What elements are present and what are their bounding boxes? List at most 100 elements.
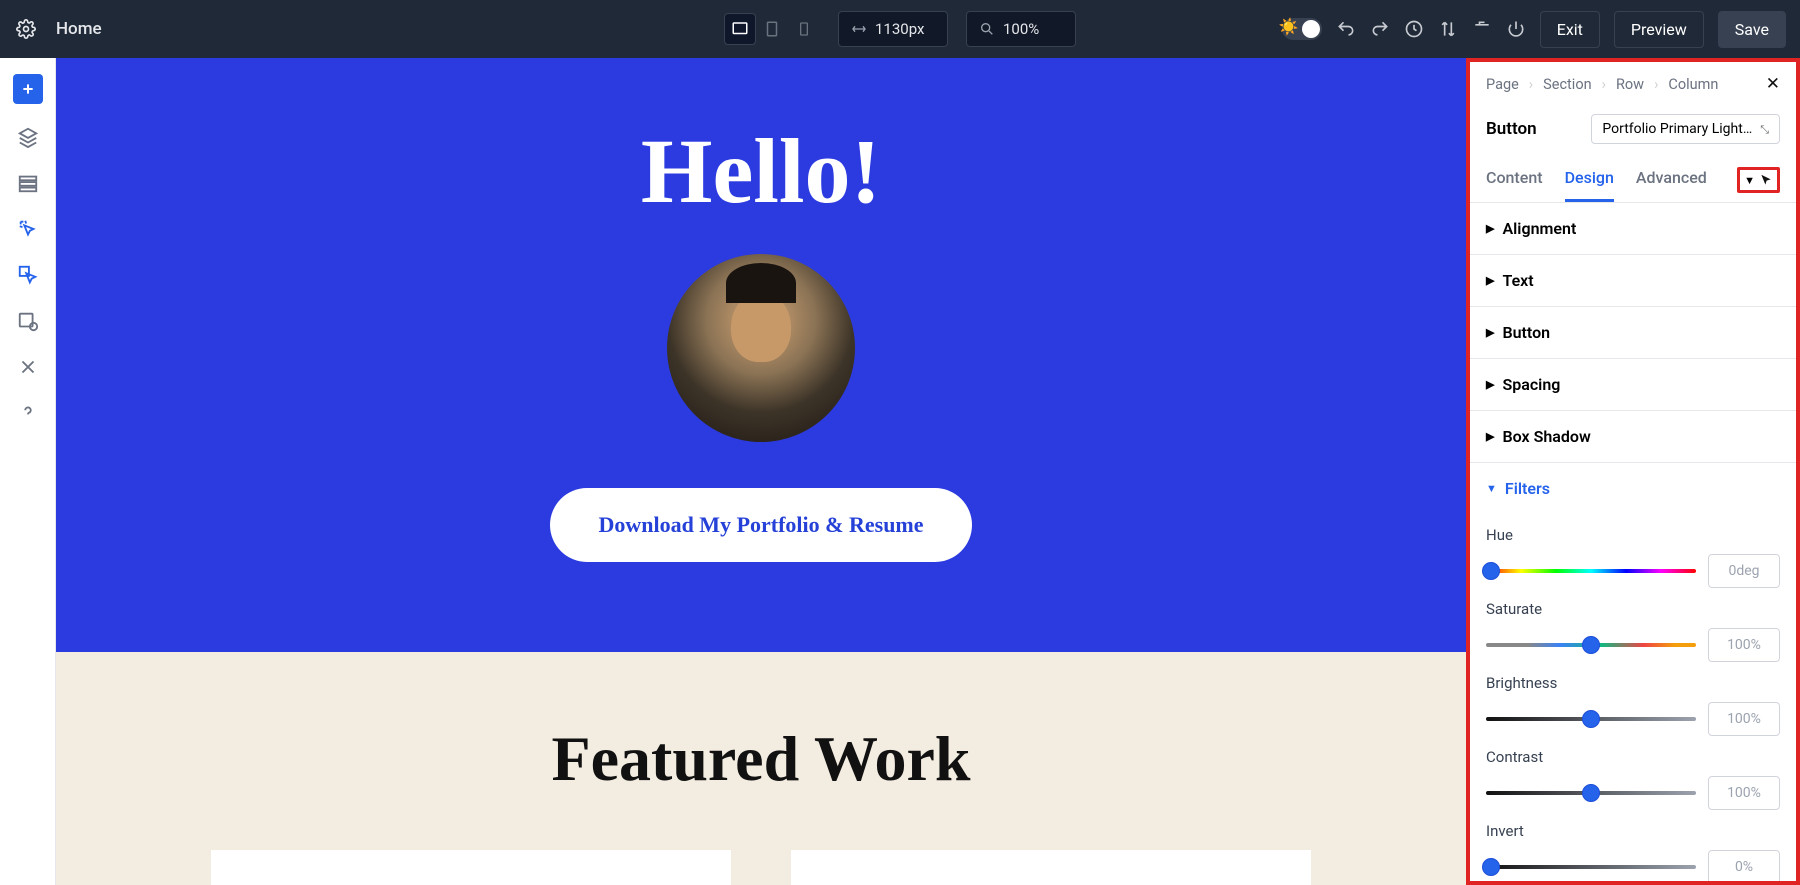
featured-title: Featured Work: [56, 722, 1466, 796]
search-icon: [979, 21, 995, 37]
power-button[interactable]: [1506, 19, 1526, 39]
exit-button[interactable]: Exit: [1540, 11, 1600, 48]
expand-icon: ⤡: [1760, 126, 1769, 133]
database-icon: [17, 310, 39, 332]
contrast-slider[interactable]: [1486, 791, 1696, 795]
slider-knob[interactable]: [1482, 562, 1500, 580]
triangle-right-icon: ▶: [1486, 274, 1494, 287]
accordion-label: Text: [1502, 271, 1533, 290]
layers-button[interactable]: [15, 124, 41, 150]
zoom-input[interactable]: [966, 11, 1076, 47]
panel-tabs: Content Design Advanced ▼: [1470, 158, 1796, 203]
hero-section: Hello! Download My Portfolio & Resume: [56, 58, 1466, 652]
template-cursor-button[interactable]: [15, 262, 41, 288]
filter-invert: Invert 0%: [1486, 822, 1780, 884]
history-button[interactable]: [1404, 19, 1424, 39]
tablet-icon: [763, 20, 781, 38]
contrast-value[interactable]: 100%: [1708, 776, 1780, 810]
cta-button[interactable]: Download My Portfolio & Resume: [550, 488, 971, 562]
settings-button[interactable]: [14, 17, 38, 41]
tab-advanced[interactable]: Advanced: [1636, 158, 1707, 202]
device-desktop[interactable]: [724, 13, 756, 45]
triangle-right-icon: ▶: [1486, 326, 1494, 339]
accordion-text[interactable]: ▶ Text: [1470, 255, 1796, 307]
slider-knob[interactable]: [1582, 710, 1600, 728]
left-sidebar: [0, 58, 56, 885]
invert-slider[interactable]: [1486, 865, 1696, 869]
help-button[interactable]: [15, 400, 41, 426]
undo-button[interactable]: [1336, 19, 1356, 39]
sort-button[interactable]: [1438, 19, 1458, 39]
click-cursor-button[interactable]: [15, 216, 41, 242]
accordion-spacing[interactable]: ▶ Spacing: [1470, 359, 1796, 411]
trash-icon: [1472, 19, 1492, 39]
undo-icon: [1336, 19, 1356, 39]
breadcrumb-page[interactable]: Page: [1486, 76, 1519, 93]
slider-knob[interactable]: [1482, 858, 1500, 876]
panel-close-button[interactable]: ✕: [1766, 74, 1780, 94]
invert-value[interactable]: 0%: [1708, 850, 1780, 884]
accordion-label: Filters: [1505, 479, 1550, 498]
device-mobile[interactable]: [788, 13, 820, 45]
saturate-slider[interactable]: [1486, 643, 1696, 647]
topbar: Home ☀️ Exit Preview Save: [0, 0, 1800, 58]
help-icon: [17, 402, 39, 424]
width-value[interactable]: [875, 20, 935, 38]
breadcrumb-separator: ›: [1529, 76, 1533, 93]
tab-design[interactable]: Design: [1565, 158, 1614, 202]
database-button[interactable]: [15, 308, 41, 334]
tab-content[interactable]: Content: [1486, 158, 1543, 202]
device-switcher: [724, 13, 820, 45]
breadcrumb-row[interactable]: Row: [1616, 76, 1644, 93]
breadcrumb-separator: ›: [1654, 76, 1658, 93]
width-icon: [851, 21, 867, 37]
trash-button[interactable]: [1472, 19, 1492, 39]
accordion-label: Box Shadow: [1502, 427, 1590, 446]
cursor-icon[interactable]: [1759, 173, 1773, 187]
slider-knob[interactable]: [1582, 636, 1600, 654]
topbar-right: ☀️ Exit Preview Save: [1282, 11, 1786, 48]
add-element-button[interactable]: [13, 74, 43, 104]
theme-toggle[interactable]: ☀️: [1282, 18, 1322, 40]
accordion-alignment[interactable]: ▶Alignment: [1470, 203, 1796, 255]
desktop-icon: [731, 20, 749, 38]
filter-hue: Hue 0deg: [1486, 526, 1780, 588]
power-icon: [1506, 19, 1526, 39]
clock-icon: [1404, 19, 1424, 39]
saturate-value[interactable]: 100%: [1708, 628, 1780, 662]
accordion-label: Spacing: [1502, 375, 1560, 394]
chevron-down-icon[interactable]: ▼: [1744, 174, 1755, 187]
accordion-button[interactable]: ▶Button: [1470, 307, 1796, 359]
filter-label: Brightness: [1486, 674, 1780, 692]
zoom-value[interactable]: [1003, 20, 1063, 38]
topbar-center: [724, 11, 1076, 47]
breadcrumb-separator: ›: [1602, 76, 1606, 93]
accordion-filters-header[interactable]: ▼Filters: [1470, 463, 1796, 514]
brightness-slider[interactable]: [1486, 717, 1696, 721]
filter-label: Saturate: [1486, 600, 1780, 618]
canvas-area[interactable]: Hello! Download My Portfolio & Resume Fe…: [56, 58, 1466, 885]
element-header: Button Portfolio Primary Light… ⤡: [1470, 106, 1796, 158]
hue-value[interactable]: 0deg: [1708, 554, 1780, 588]
hue-slider[interactable]: [1486, 569, 1696, 573]
triangle-right-icon: ▶: [1486, 378, 1494, 391]
device-tablet[interactable]: [756, 13, 788, 45]
filter-label: Contrast: [1486, 748, 1780, 766]
breadcrumb-section[interactable]: Section: [1543, 76, 1591, 93]
style-dropdown[interactable]: Portfolio Primary Light… ⤡: [1591, 114, 1780, 144]
canvas-width-input[interactable]: [838, 11, 948, 47]
breadcrumb-column[interactable]: Column: [1668, 76, 1718, 93]
redo-button[interactable]: [1370, 19, 1390, 39]
card: [791, 850, 1311, 885]
tools-button[interactable]: [15, 354, 41, 380]
accordion-box-shadow[interactable]: ▶Box Shadow: [1470, 411, 1796, 463]
home-link[interactable]: Home: [56, 19, 102, 39]
rows-button[interactable]: [15, 170, 41, 196]
slider-knob[interactable]: [1582, 784, 1600, 802]
layers-icon: [17, 126, 39, 148]
hero-title: Hello!: [56, 118, 1466, 224]
brightness-value[interactable]: 100%: [1708, 702, 1780, 736]
filter-brightness: Brightness 100%: [1486, 674, 1780, 736]
preview-button[interactable]: Preview: [1614, 11, 1704, 48]
save-button[interactable]: Save: [1718, 11, 1786, 48]
